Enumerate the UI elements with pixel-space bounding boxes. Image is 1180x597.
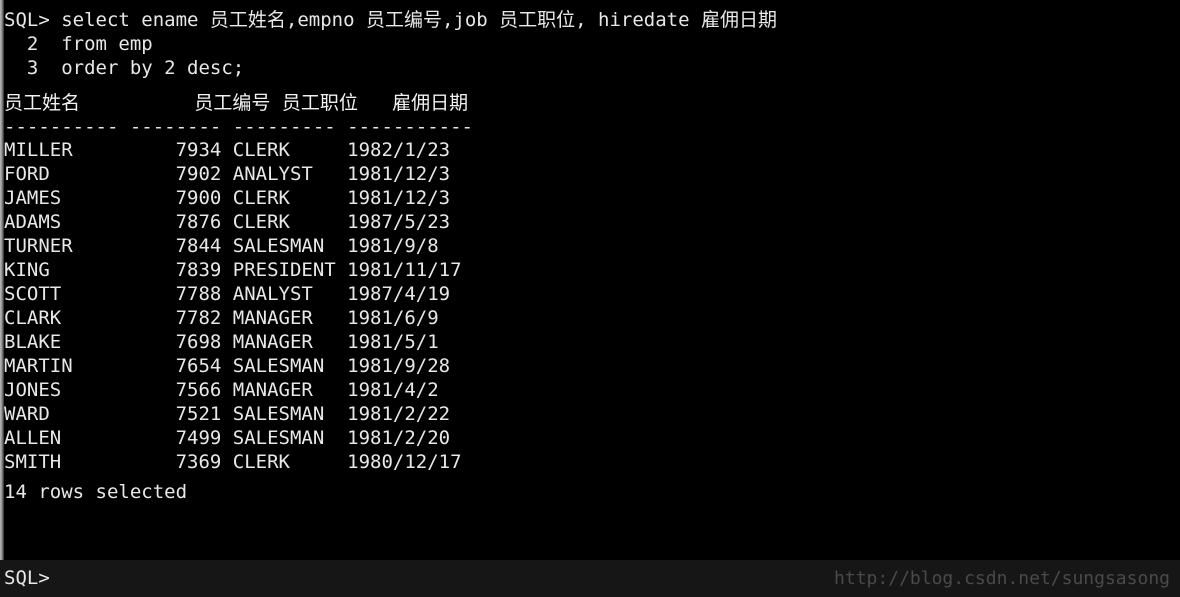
table-row: SMITH 7369 CLERK 1980/12/17 <box>4 451 462 473</box>
terminal-window: SQL> select ename 员工姓名,empno 员工编号,job 员工… <box>0 0 1180 597</box>
result-rows-container: MILLER 7934 CLERK 1982/1/23 FORD 7902 ANA… <box>4 138 1180 474</box>
table-row: TURNER 7844 SALESMAN 1981/9/8 <box>4 235 439 257</box>
result-header-separator: ---------- -------- --------- ----------… <box>4 116 473 138</box>
table-row: CLARK 7782 MANAGER 1981/6/9 <box>4 307 439 329</box>
spacer-after-query <box>4 80 1180 90</box>
sql-query-line-3: 3 order by 2 desc; <box>4 57 245 79</box>
table-row: JONES 7566 MANAGER 1981/4/2 <box>4 379 439 401</box>
sql-prompt: SQL> <box>4 567 50 589</box>
table-row: FORD 7902 ANALYST 1981/12/3 <box>4 163 451 185</box>
prompt-bar[interactable]: SQL> http://blog.csdn.net/sungsasong <box>0 560 1180 597</box>
sql-query-block: SQL> select ename 员工姓名,empno 员工编号,job 员工… <box>4 8 1180 80</box>
table-row: KING 7839 PRESIDENT 1981/11/17 <box>4 259 462 281</box>
table-row: WARD 7521 SALESMAN 1981/2/22 <box>4 403 451 425</box>
table-row: MARTIN 7654 SALESMAN 1981/9/28 <box>4 355 451 377</box>
table-row: ALLEN 7499 SALESMAN 1981/2/20 <box>4 427 451 449</box>
table-row: BLAKE 7698 MANAGER 1981/5/1 <box>4 331 439 353</box>
table-row: MILLER 7934 CLERK 1982/1/23 <box>4 139 451 161</box>
console-output-area[interactable]: SQL> select ename 员工姓名,empno 员工编号,job 员工… <box>4 0 1180 597</box>
rows-selected-status: 14 rows selected <box>4 481 188 503</box>
table-row: ADAMS 7876 CLERK 1987/5/23 <box>4 211 451 233</box>
result-column-headers: 员工姓名 员工编号 员工职位 雇佣日期 <box>4 92 469 114</box>
table-row: JAMES 7900 CLERK 1981/12/3 <box>4 187 451 209</box>
watermark-url: http://blog.csdn.net/sungsasong <box>834 568 1170 589</box>
sql-query-line-2: 2 from emp <box>4 33 153 55</box>
table-row: SCOTT 7788 ANALYST 1987/4/19 <box>4 283 451 305</box>
sql-query-line-1: SQL> select ename 员工姓名,empno 员工编号,job 员工… <box>4 9 777 31</box>
